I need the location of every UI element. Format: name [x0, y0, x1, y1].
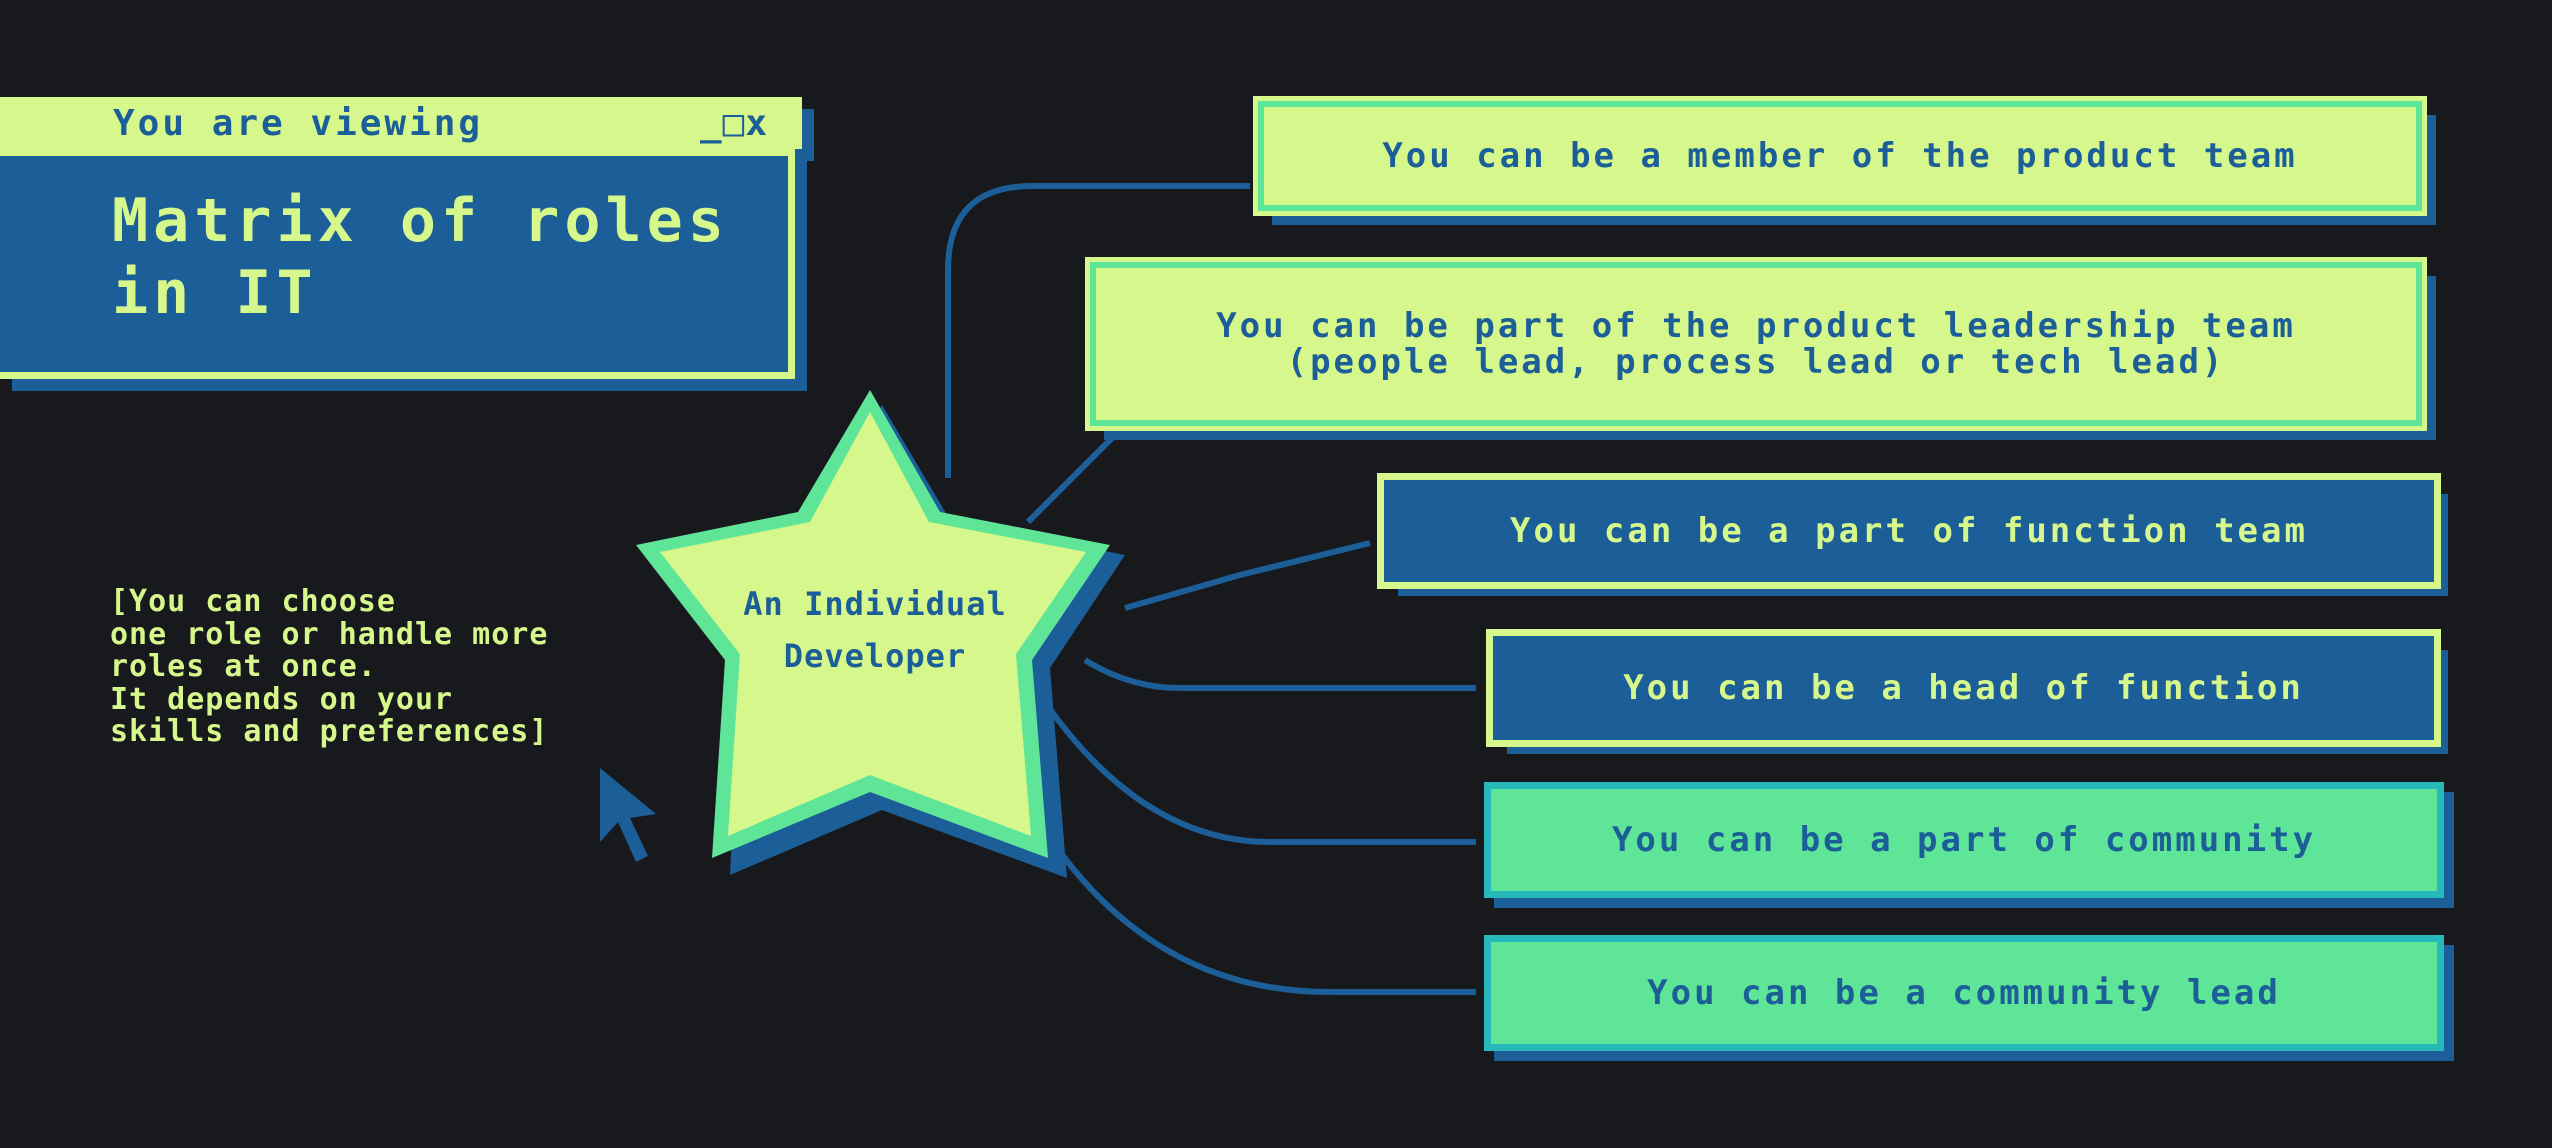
connector-role-4: [1083, 657, 1476, 691]
connector-role-6: [1052, 843, 1476, 995]
role-box-head-of-function: You can be a head of function: [1486, 629, 2441, 747]
page-title: Matrix of roles in IT: [112, 185, 772, 329]
page-title-line-1: Matrix of roles: [112, 186, 729, 256]
cursor-arrow-icon: [600, 768, 656, 862]
connector-role-3: [1124, 540, 1371, 611]
role-box-product-team-member: You can be a member of the product team: [1253, 96, 2427, 216]
star-label: An Individual Developer: [700, 578, 1050, 682]
page-title-line-2: in IT: [112, 258, 318, 328]
note-text: [You can choose one role or handle more …: [110, 584, 549, 749]
role-box-function-team: You can be a part of function team: [1377, 473, 2441, 589]
connector-role-2: [1025, 435, 1115, 525]
star-label-line-2: Developer: [783, 637, 967, 675]
connector-role-5: [1037, 693, 1476, 845]
role-box-community-member: You can be a part of community: [1484, 782, 2444, 898]
window-bar-title: You are viewing: [113, 103, 484, 144]
star-label-line-1: An Individual: [743, 585, 1007, 623]
window-controls-icon[interactable]: _□x: [700, 102, 768, 146]
role-box-product-leadership: You can be part of the product leadershi…: [1085, 257, 2427, 431]
role-box-community-lead: You can be a community lead: [1484, 935, 2444, 1051]
